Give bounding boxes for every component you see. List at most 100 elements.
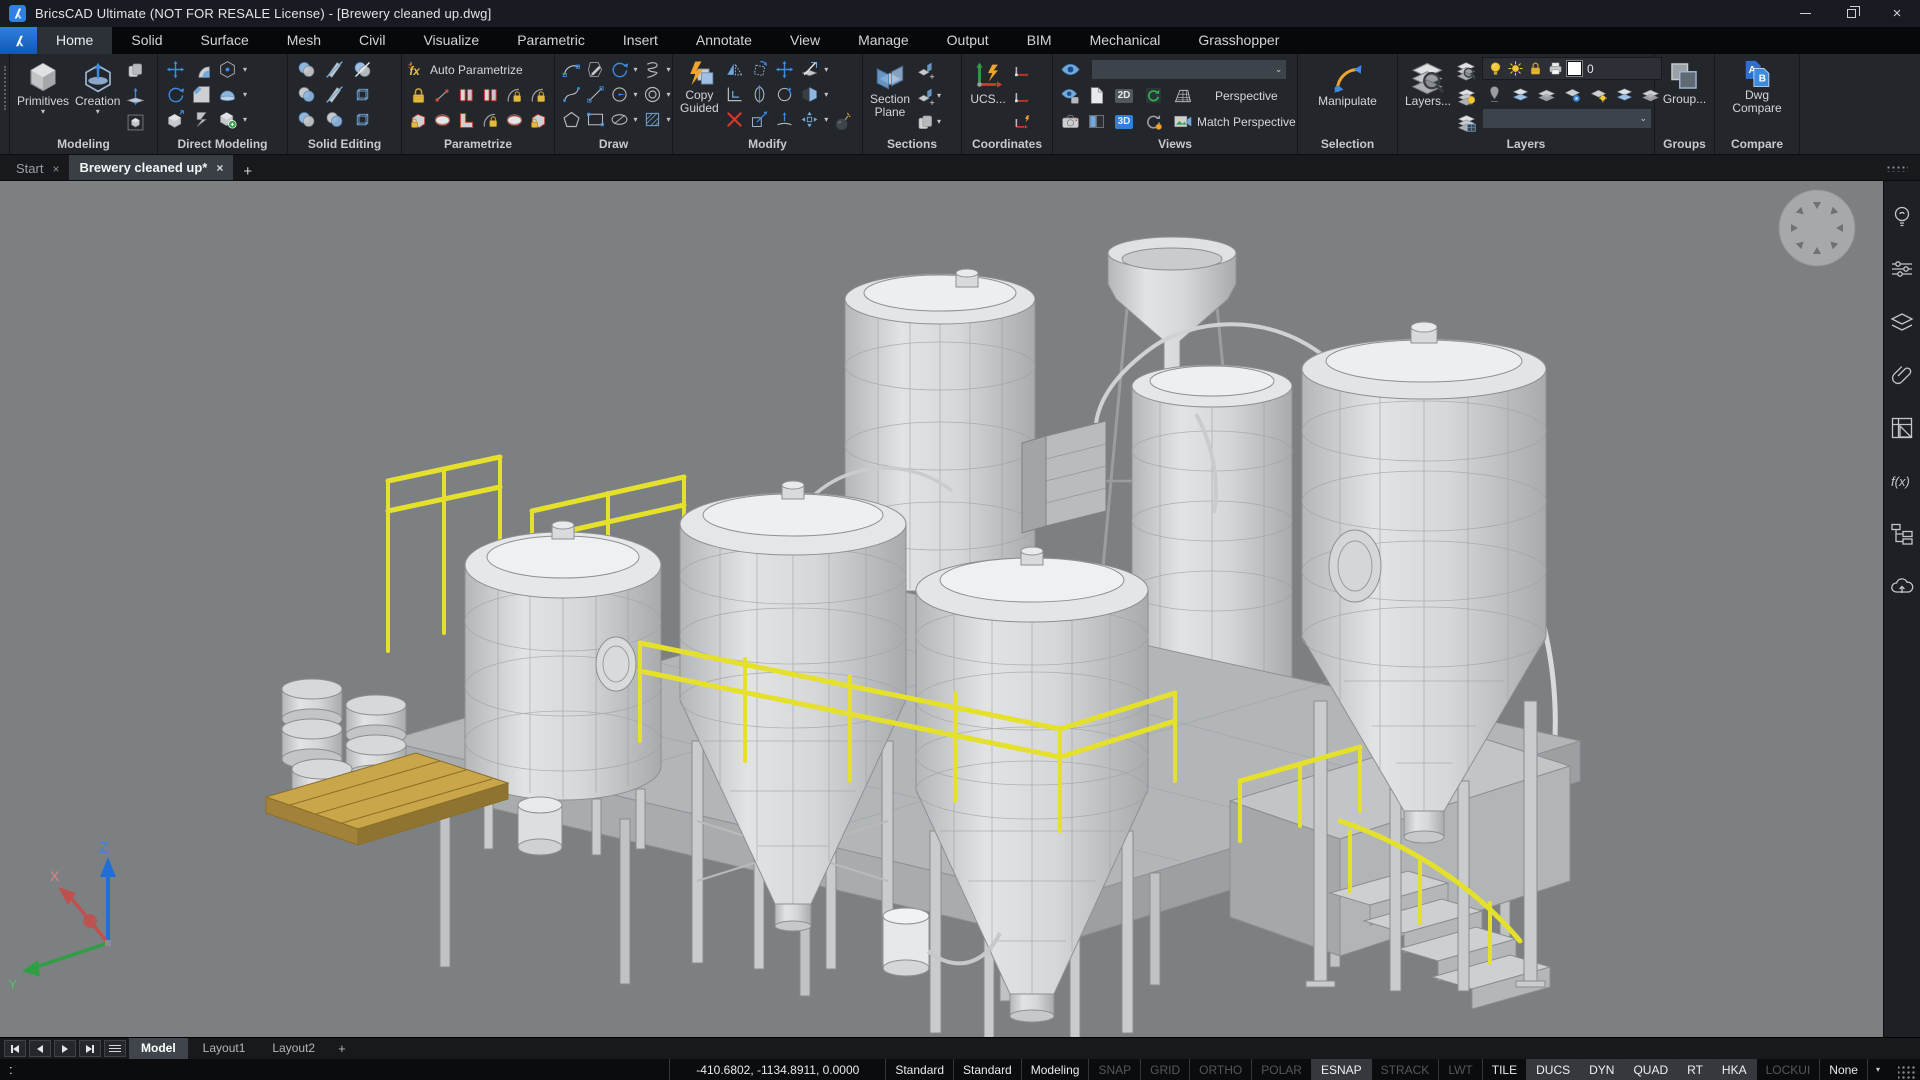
chevron-down-icon[interactable]: ▾ [821,116,831,124]
dm-chamfer-icon[interactable] [189,83,213,107]
tab-output[interactable]: Output [928,27,1008,54]
auto-parametrize-button[interactable]: Auto Parametrize [406,57,523,82]
pie-lock-icon[interactable] [502,109,526,133]
rectangle-icon[interactable] [583,108,607,132]
first-layout-button[interactable] [4,1040,26,1057]
line-icon[interactable] [583,83,607,107]
section-block-icon[interactable] [913,84,937,108]
chevron-down-icon[interactable]: ▾ [240,116,250,124]
layer-lock-icon[interactable] [1527,60,1544,77]
match-perspective-icon[interactable] [1170,110,1194,134]
coordinates-readout[interactable]: -410.6802, -1134.8911, 0.0000 [669,1059,885,1080]
tab-parametric[interactable]: Parametric [498,27,604,54]
check-icon[interactable] [350,108,374,132]
prev-layout-button[interactable] [29,1040,51,1057]
camera-icon[interactable] [1058,110,1082,134]
chevron-down-icon[interactable]: ▾ [937,92,941,100]
last-layout-button[interactable] [79,1040,101,1057]
primitives-button[interactable]: Primitives ▾ [14,57,72,118]
tab-layout2[interactable]: Layout2 [260,1038,327,1059]
tab-annotate[interactable]: Annotate [677,27,771,54]
lookfrom-widget[interactable] [1779,190,1855,266]
section-add-icon[interactable] [913,58,937,82]
layer-freeze-icon[interactable] [1507,60,1524,77]
maximize-button[interactable] [1828,0,1874,27]
scale-icon[interactable] [747,108,771,132]
toggle-esnap[interactable]: ESNAP [1311,1059,1371,1080]
mirror-icon[interactable] [722,58,746,82]
properties-icon[interactable] [1889,256,1915,282]
layer-explore-icon[interactable] [1454,58,1478,82]
annotation-scale[interactable]: None [1819,1059,1867,1080]
toggle-strack[interactable]: STRACK [1371,1059,1439,1080]
dwg-compare-button[interactable]: Dwg Compare [1729,57,1784,117]
stitch-icon[interactable] [123,58,147,82]
toggle-snap[interactable]: SNAP [1088,1059,1140,1080]
dm-fillet-icon[interactable] [189,58,213,82]
view-eye-icon[interactable] [1058,58,1082,82]
chevron-down-icon[interactable]: ▾ [664,91,674,99]
tab-bim[interactable]: BIM [1008,27,1071,54]
tab-insert[interactable]: Insert [604,27,677,54]
dm-move-icon[interactable] [163,58,187,82]
arc-options-icon[interactable] [607,58,631,82]
add-layout-button[interactable]: + [330,1041,354,1056]
chevron-down-icon[interactable]: ▾ [631,91,641,99]
attachments-icon[interactable] [1889,362,1915,388]
application-button[interactable] [0,27,37,54]
tab-civil[interactable]: Civil [340,27,404,54]
tab-mechanical[interactable]: Mechanical [1071,27,1180,54]
toggle-rt[interactable]: RT [1677,1059,1712,1080]
ellipse-icon[interactable] [607,108,631,132]
ucs-dynamic-icon[interactable] [1010,110,1034,134]
ring-constraint-icon[interactable] [430,109,454,133]
tab-model[interactable]: Model [129,1038,188,1059]
status-dropdown-icon[interactable]: ▾ [1867,1059,1888,1080]
ucs-face-icon[interactable] [1010,84,1034,108]
chevron-down-icon[interactable]: ▾ [631,66,641,74]
layer-on-icon[interactable] [1454,84,1478,108]
cloud-icon[interactable] [1889,574,1915,600]
tab-surface[interactable]: Surface [182,27,268,54]
toggle-lockui[interactable]: LOCKUI [1756,1059,1820,1080]
chevron-down-icon[interactable]: ▾ [821,91,831,99]
section-group-icon[interactable] [913,110,937,134]
command-prompt[interactable]: : [0,1062,13,1077]
section-plane-button[interactable]: Section Plane [867,57,913,121]
box-constraint-icon[interactable] [406,109,430,133]
tab-view[interactable]: View [771,27,839,54]
chevron-down-icon[interactable]: ▾ [664,66,674,74]
ribbon-drag-handle[interactable] [0,54,10,154]
layer-color-swatch[interactable] [1567,61,1582,76]
manipulate-button[interactable]: Manipulate [1315,57,1380,110]
layer-visible-icon[interactable] [1487,60,1504,77]
copy-guided-button[interactable]: Copy Guided [677,57,722,117]
trim-icon[interactable] [797,83,821,107]
dm-align-icon[interactable] [163,108,187,132]
chevron-down-icon[interactable]: ▾ [664,116,674,124]
toggle-dyn[interactable]: DYN [1579,1059,1623,1080]
shell-icon[interactable] [322,108,346,132]
arc-icon[interactable] [559,58,583,82]
toggle-tile[interactable]: TILE [1482,1059,1526,1080]
parallel-constraint-icon[interactable] [454,84,478,108]
status-text-style[interactable]: Standard [885,1059,953,1080]
refresh-2d-icon[interactable] [1141,84,1165,108]
toggle-polar[interactable]: POLAR [1251,1059,1311,1080]
explode-icon[interactable] [831,110,855,134]
resize-grip[interactable] [1898,1066,1916,1080]
layer-current-icon[interactable] [1560,82,1584,106]
layer-states-icon[interactable] [1454,110,1478,134]
chevron-down-icon[interactable]: ▾ [821,66,831,74]
structure-icon[interactable] [1889,521,1915,547]
tab-solid[interactable]: Solid [112,27,181,54]
tab-home[interactable]: Home [37,27,112,54]
toggle-ortho[interactable]: ORTHO [1189,1059,1251,1080]
distance-constraint-icon[interactable] [430,84,454,108]
dm-rotate-icon[interactable] [163,83,187,107]
ucs-button[interactable]: UCS... [966,57,1010,108]
layer-isolate-icon[interactable] [1482,82,1506,106]
spline-icon[interactable] [559,83,583,107]
helix-icon[interactable] [640,58,664,82]
slice-icon[interactable] [322,58,346,82]
